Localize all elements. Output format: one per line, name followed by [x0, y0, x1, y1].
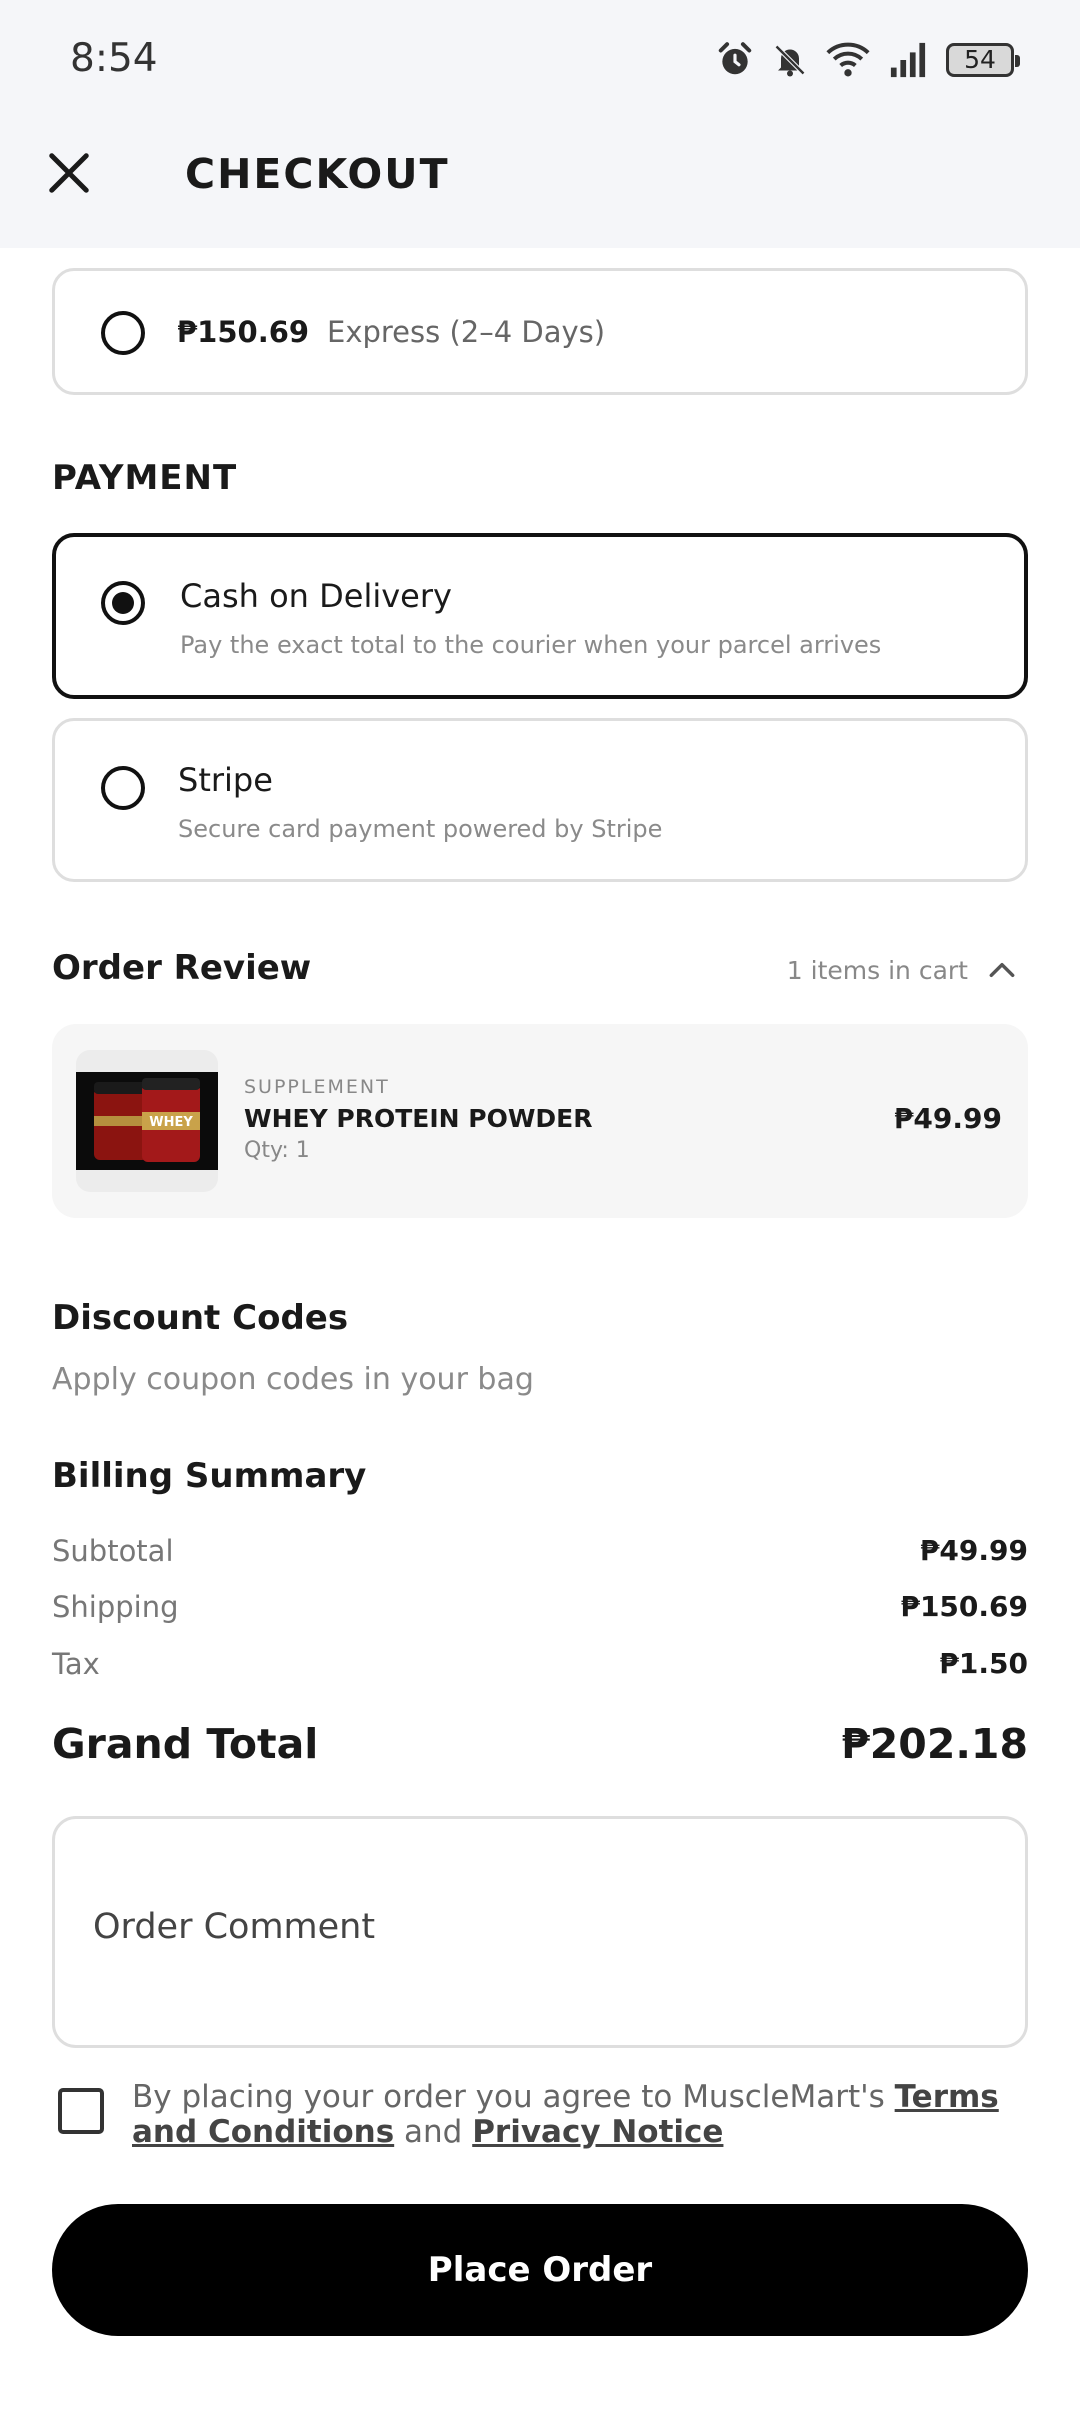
payment-title: Cash on Delivery: [180, 577, 452, 615]
subtotal-value: ₱49.99: [919, 1534, 1028, 1567]
order-comment-input[interactable]: [93, 1907, 973, 1947]
place-order-button[interactable]: Place Order: [52, 2204, 1028, 2336]
grand-total-label: Grand Total: [52, 1720, 319, 1768]
payment-subtitle: Pay the exact total to the courier when …: [180, 631, 882, 659]
status-time: 8:54: [70, 36, 158, 81]
product-qty: Qty: 1: [244, 1138, 310, 1163]
terms-text: By placing your order you agree to Muscl…: [132, 2080, 1012, 2150]
product-name: WHEY PROTEIN POWDER: [244, 1104, 593, 1133]
payment-subtitle: Secure card payment powered by Stripe: [178, 815, 663, 843]
status-bar: 8:54 54: [0, 0, 1080, 124]
items-count: 1 items in cart: [786, 956, 968, 985]
list-item[interactable]: WHEY SUPPLEMENT WHEY PROTEIN POWDER Qty:…: [52, 1024, 1028, 1218]
payment-option-cod[interactable]: Cash on Delivery Pay the exact total to …: [52, 533, 1028, 699]
discount-heading: Discount Codes: [52, 1298, 349, 1338]
product-price: ₱49.99: [893, 1102, 1002, 1135]
tax-label: Tax: [52, 1647, 100, 1681]
discount-subtitle[interactable]: Apply coupon codes in your bag: [52, 1362, 534, 1397]
payment-title: Stripe: [178, 761, 273, 799]
terms-prefix: By placing your order you agree to Muscl…: [132, 2079, 895, 2115]
shipping-value: ₱150.69: [900, 1590, 1028, 1623]
payment-option-stripe[interactable]: Stripe Secure card payment powered by St…: [52, 718, 1028, 882]
stripe-radio[interactable]: [101, 766, 145, 810]
alarm-icon: [718, 42, 752, 75]
subtotal-label: Subtotal: [52, 1534, 174, 1568]
shipping-price: ₱150.69: [177, 315, 310, 349]
billing-heading: Billing Summary: [52, 1456, 367, 1496]
wifi-icon: [826, 42, 870, 77]
tax-value: ₱1.50: [939, 1647, 1028, 1680]
shipping-option-express[interactable]: ₱150.69 Express (2–4 Days): [52, 268, 1028, 395]
close-icon[interactable]: [46, 150, 92, 196]
shipping-radio[interactable]: [101, 311, 145, 355]
privacy-link[interactable]: Privacy Notice: [472, 2114, 723, 2150]
signal-icon: [890, 42, 926, 78]
shipping-description: Express (2–4 Days): [327, 315, 606, 349]
bell-muted-icon: [774, 44, 806, 77]
app-header: [0, 124, 1080, 248]
terms-middle: and: [394, 2114, 473, 2150]
grand-total-value: ₱202.18: [841, 1720, 1028, 1768]
chevron-up-icon[interactable]: [986, 954, 1018, 986]
payment-heading: PAYMENT: [52, 458, 238, 498]
cod-radio[interactable]: [101, 581, 145, 625]
shipping-label: Shipping: [52, 1590, 179, 1624]
terms-checkbox[interactable]: [58, 2088, 104, 2134]
product-image: WHEY: [76, 1050, 218, 1192]
order-comment-box[interactable]: [52, 1816, 1028, 2048]
status-icons: 54: [716, 38, 1020, 82]
page-title: CHECKOUT: [185, 150, 450, 198]
order-review-heading: Order Review: [52, 948, 312, 988]
product-thumb-label: WHEY: [149, 1115, 193, 1130]
battery-icon: 54: [946, 43, 1020, 77]
product-category: SUPPLEMENT: [244, 1076, 390, 1098]
